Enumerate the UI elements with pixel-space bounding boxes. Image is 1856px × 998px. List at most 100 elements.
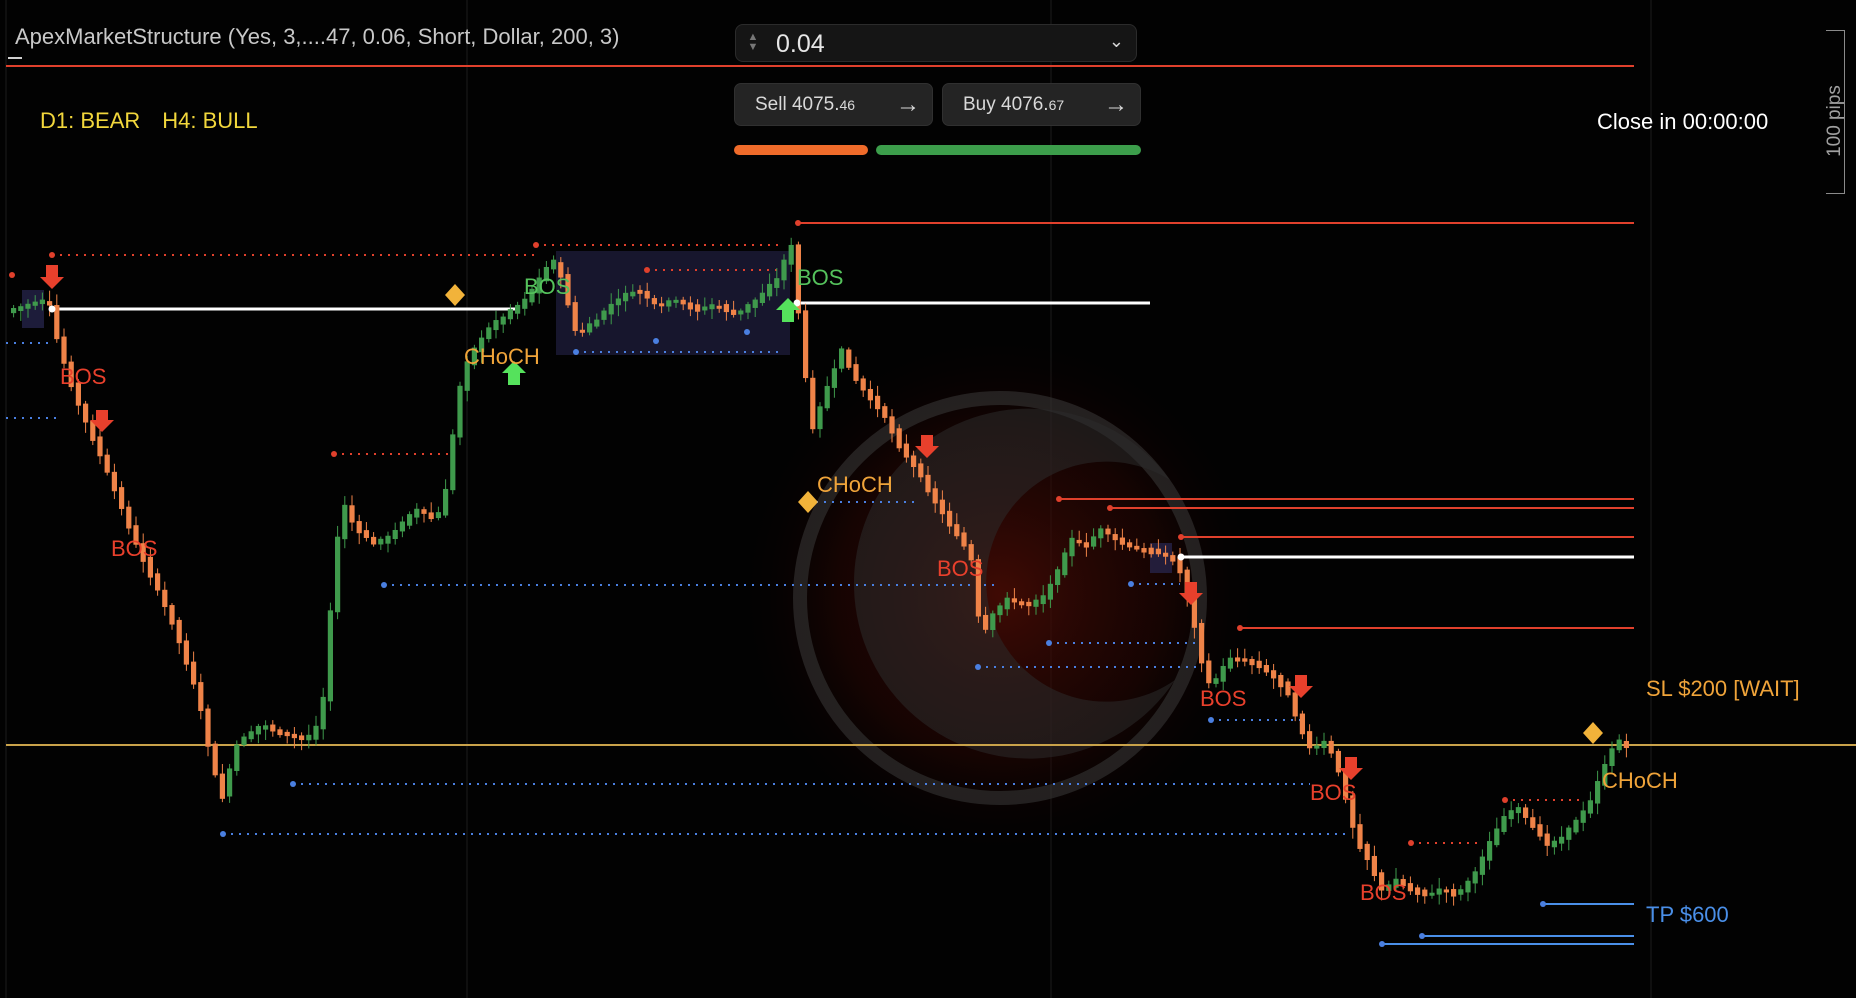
bear-candle <box>1623 740 1629 749</box>
bear-candle <box>1544 833 1550 846</box>
bear-candle <box>1076 539 1082 544</box>
bear-candle <box>191 661 197 685</box>
bull-candle <box>1047 583 1053 600</box>
bear-candle <box>1256 660 1262 669</box>
bear-candle <box>291 733 297 739</box>
bear-candle <box>1134 545 1140 550</box>
bull-candle <box>630 291 636 297</box>
bear-candle <box>1263 664 1269 673</box>
bull-candle <box>414 508 420 518</box>
bull-candle <box>313 725 319 740</box>
bias-readout: D1: BEAR H4: BULL <box>40 108 280 134</box>
bos-label: BOS <box>1360 880 1406 905</box>
bear-candle <box>212 743 218 776</box>
bull-candle <box>18 306 24 312</box>
bear-candle <box>1206 660 1212 684</box>
bear-candle <box>932 488 938 504</box>
arrow-right-icon: → <box>896 91 920 118</box>
bull-candle <box>623 292 629 302</box>
bull-candle <box>1551 840 1557 848</box>
indicator-title[interactable]: ApexMarketStructure (Yes, 3,....47, 0.06… <box>15 24 620 50</box>
bos-label: BOS <box>111 536 157 561</box>
bull-candle <box>990 613 996 630</box>
arrow-right-icon: → <box>1104 91 1128 118</box>
bear-candle <box>1148 547 1154 555</box>
bull-candle <box>1004 597 1010 610</box>
bear-candle <box>1407 883 1413 892</box>
bear-candle <box>270 724 276 732</box>
bull-candle <box>1515 807 1521 814</box>
bull-candle <box>551 259 557 270</box>
bear-candle <box>1537 824 1543 837</box>
bear-candle <box>889 416 895 434</box>
bear-candle <box>846 349 852 368</box>
bear-candle <box>680 299 686 305</box>
bull-candle <box>673 299 679 303</box>
bull-candle <box>234 744 240 772</box>
bull-candle <box>1220 665 1226 682</box>
bear-candle <box>1299 713 1305 735</box>
bear-candle <box>983 614 989 630</box>
bull-candle <box>738 310 744 315</box>
bull-candle <box>1616 739 1622 751</box>
stepper-icon[interactable]: ▲ ▼ <box>746 32 760 54</box>
bull-candle <box>11 308 17 314</box>
bull-candle <box>522 298 528 309</box>
bull-candle <box>1479 856 1485 875</box>
bear-candle <box>1242 658 1248 662</box>
bear-candle <box>205 708 211 747</box>
bull-candle <box>227 768 233 797</box>
bear-candle <box>882 406 888 418</box>
bear-candle <box>1026 601 1032 607</box>
bos-label: BOS <box>797 265 843 290</box>
sell-button[interactable]: Sell 4075.46 → <box>734 83 933 126</box>
bull-candle <box>392 529 398 540</box>
lot-size-value[interactable]: 0.04 <box>776 30 825 59</box>
bull-candle <box>1587 800 1593 814</box>
buy-button[interactable]: Buy 4076.67 → <box>942 83 1141 126</box>
bull-candle <box>486 327 492 340</box>
h4-bias: H4: BULL <box>162 108 258 133</box>
bull-candle <box>1314 745 1320 749</box>
bull-candle <box>1213 678 1219 684</box>
bull-candle <box>1227 657 1233 669</box>
bull-candle <box>817 406 823 430</box>
range-box-small <box>1150 543 1172 573</box>
bull-candle <box>1609 748 1615 767</box>
bull-candle <box>342 504 348 540</box>
bull-candle <box>1487 841 1493 861</box>
bear-candle <box>1451 889 1457 897</box>
chevron-down-icon[interactable]: ⌄ <box>1109 31 1124 52</box>
pips-scale-label: 100 pips <box>1824 85 1845 157</box>
chart-window[interactable]: BOS BOS CHoCH CHoCH CHoCH BOS BOS BOS BO… <box>0 0 1856 998</box>
bear-candle <box>356 521 362 534</box>
bull-candle <box>500 316 506 325</box>
bull-candle <box>378 538 384 545</box>
bull-candle <box>306 734 312 741</box>
bear-candle <box>1271 670 1277 679</box>
bear-candle <box>1163 552 1169 557</box>
bear-candle <box>1530 817 1536 828</box>
bear-candle <box>1249 659 1255 666</box>
bear-candle <box>853 364 859 381</box>
bull-candle <box>1494 828 1500 846</box>
bull-candle <box>1040 595 1046 605</box>
bull-candle <box>831 368 837 388</box>
bear-candle <box>1443 889 1449 893</box>
bull-candle <box>435 512 441 519</box>
bear-candle <box>1083 542 1089 548</box>
bull-candle <box>1436 888 1442 895</box>
bear-candle <box>1371 855 1377 877</box>
bear-candle <box>1328 740 1334 754</box>
bear-candle <box>723 304 729 313</box>
lot-size-input[interactable]: ▲ ▼ 0.04 ⌄ <box>735 24 1137 62</box>
d1-bias: D1: BEAR <box>40 108 141 133</box>
bear-candle <box>162 589 168 608</box>
bear-candle <box>219 773 225 799</box>
bos-label: BOS <box>1310 780 1356 805</box>
bull-candle <box>443 488 449 516</box>
bear-candle <box>659 303 665 307</box>
bull-candle <box>1098 528 1104 539</box>
bear-candle <box>198 682 204 711</box>
bear-candle <box>1119 537 1125 545</box>
